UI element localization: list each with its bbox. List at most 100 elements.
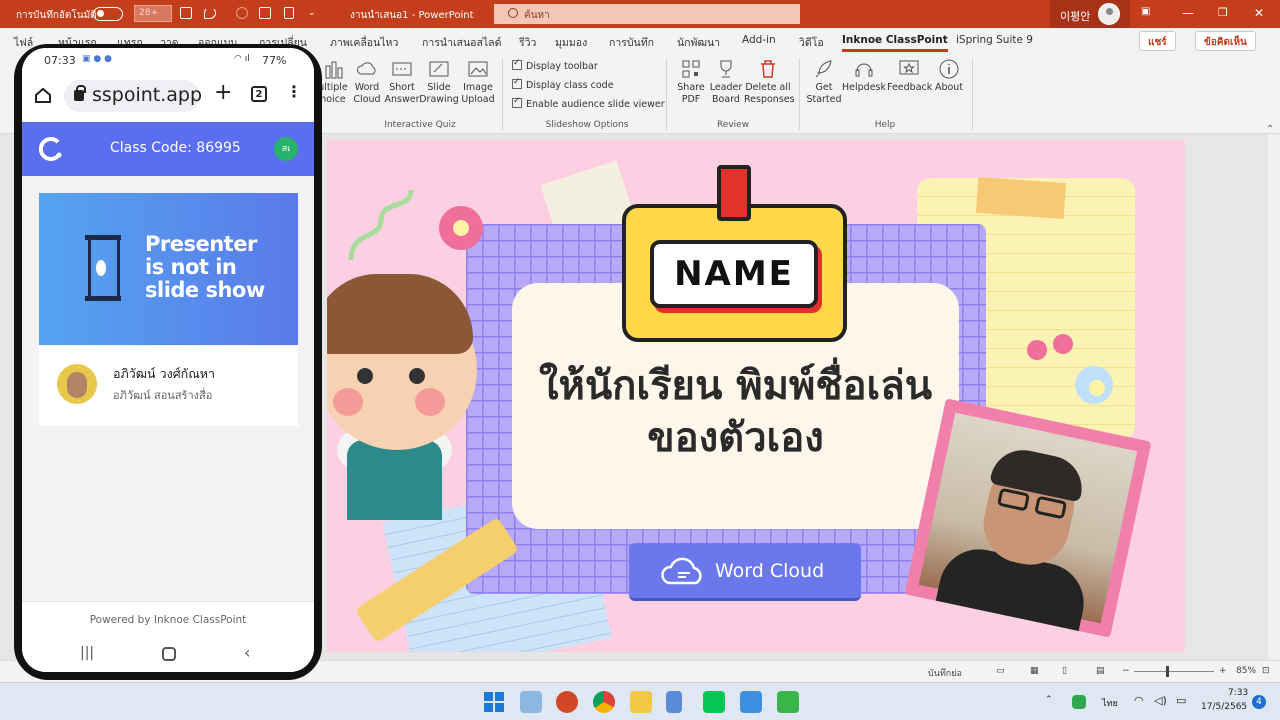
chat-app-icon[interactable] bbox=[520, 691, 542, 713]
tab-classpoint[interactable]: Inknoe ClassPoint bbox=[842, 34, 948, 52]
reading-view-icon[interactable]: ▯ bbox=[1062, 666, 1067, 676]
volume-icon[interactable]: ◁) bbox=[1154, 694, 1167, 707]
slide-sorter-icon[interactable]: ▦ bbox=[1030, 666, 1039, 676]
autosave-toggle[interactable] bbox=[93, 7, 123, 21]
multiple-choice-label-2: hoice bbox=[320, 94, 346, 105]
chrome-icon[interactable] bbox=[593, 691, 615, 713]
tab-slideshow[interactable]: การนำเสนอสไลด์ bbox=[422, 34, 501, 51]
ribbon-divider bbox=[799, 58, 800, 130]
notes-button[interactable]: บันทึกย่อ bbox=[928, 666, 962, 680]
zoom-slider-thumb[interactable] bbox=[1166, 666, 1169, 677]
clock-time[interactable]: 7:33 bbox=[1228, 688, 1248, 698]
rocket-icon bbox=[815, 60, 832, 78]
about-label: About bbox=[934, 82, 964, 93]
delete-responses-label-2: Responses bbox=[744, 94, 795, 105]
delete-responses-button[interactable]: Delete all Responses bbox=[744, 58, 795, 106]
restore-icon[interactable]: ❐ bbox=[1218, 6, 1228, 19]
display-class-code-checkbox[interactable]: Display class code bbox=[512, 77, 614, 91]
powered-by-footer: Powered by Inknoe ClassPoint bbox=[22, 601, 314, 637]
word-cloud-label-2: Cloud bbox=[353, 94, 381, 105]
tab-review[interactable]: รีวิว bbox=[519, 34, 536, 51]
search-box[interactable]: ค้นหา bbox=[494, 4, 800, 24]
account-avatar-icon[interactable] bbox=[1098, 3, 1120, 25]
minimize-icon[interactable]: — bbox=[1182, 6, 1194, 20]
about-button[interactable]: About bbox=[929, 58, 969, 94]
open-folder-icon[interactable] bbox=[259, 7, 271, 19]
zoom-in-icon[interactable]: + bbox=[1219, 666, 1227, 676]
windows-start-icon[interactable] bbox=[484, 692, 504, 712]
new-tab-icon[interactable]: + bbox=[214, 80, 232, 105]
wifi-icon[interactable]: ◠ bbox=[1134, 694, 1144, 707]
tab-video[interactable]: วิดีโอ bbox=[799, 34, 824, 51]
tab-count[interactable]: 2 bbox=[251, 86, 267, 102]
tray-app-icon[interactable] bbox=[1072, 695, 1086, 709]
android-home-icon[interactable] bbox=[162, 647, 176, 661]
notification-badge[interactable]: 4 bbox=[1252, 695, 1266, 709]
short-answer-button[interactable]: Short Answer bbox=[382, 58, 422, 106]
redo-icon[interactable] bbox=[236, 7, 248, 19]
save-icon[interactable] bbox=[180, 7, 192, 19]
tab-view[interactable]: มุมมอง bbox=[555, 34, 587, 51]
character-cheek bbox=[333, 388, 363, 416]
word-cloud-slide-button[interactable]: Word Cloud bbox=[629, 543, 861, 601]
leaderboard-button[interactable]: Leader Board bbox=[706, 58, 746, 106]
back-icon[interactable]: ‹ bbox=[244, 643, 250, 662]
app-icon[interactable] bbox=[740, 691, 762, 713]
recent-apps-icon[interactable]: ||| bbox=[80, 645, 94, 661]
tab-recording[interactable]: การบันทึก bbox=[609, 34, 654, 51]
new-file-icon[interactable] bbox=[284, 7, 294, 19]
slide-title[interactable]: ให้นักเรียน พิมพ์ชื่อเล่น ของตัวเอง bbox=[512, 360, 959, 464]
battery-icon[interactable]: ▭ bbox=[1176, 694, 1186, 707]
input-language[interactable]: ไทย bbox=[1102, 696, 1118, 710]
show-hidden-icons[interactable]: ⌃ bbox=[1045, 695, 1053, 705]
phone-status-bar: 07:33 ▣ ● ● ◠ ıl 77% bbox=[22, 48, 314, 72]
tab-developer[interactable]: นักพัฒนา bbox=[677, 34, 720, 51]
close-icon[interactable]: ✕ bbox=[1254, 6, 1264, 20]
image-upload-button[interactable]: Image Upload bbox=[458, 58, 498, 106]
helpdesk-button[interactable]: Helpdesk bbox=[842, 58, 886, 94]
feedback-button[interactable]: Feedback bbox=[887, 58, 933, 94]
slide-canvas[interactable]: NAME ให้นักเรียน พิมพ์ชื่อเล่น ของตัวเอง… bbox=[327, 140, 1185, 652]
undo-icon[interactable] bbox=[204, 7, 216, 19]
home-icon[interactable] bbox=[34, 86, 52, 104]
slideshow-view-icon[interactable]: ▤ bbox=[1096, 666, 1105, 676]
powerpoint-icon[interactable] bbox=[556, 691, 578, 713]
slide-drawing-icon bbox=[429, 61, 449, 77]
share-pdf-button[interactable]: Share PDF bbox=[671, 58, 711, 106]
display-toolbar-checkbox[interactable]: Display toolbar bbox=[512, 58, 598, 72]
comments-button[interactable]: ข้อคิดเห็น bbox=[1195, 31, 1256, 51]
menu-icon[interactable]: ⋮ bbox=[286, 82, 302, 101]
notepad-icon[interactable] bbox=[666, 691, 682, 713]
normal-view-icon[interactable]: ▭ bbox=[996, 666, 1005, 676]
phone-screen: 07:33 ▣ ● ● ◠ ıl 77% sspoint.app + 2 ⋮ C… bbox=[22, 48, 314, 672]
share-button[interactable]: แชร์ bbox=[1139, 31, 1176, 51]
line-app-icon[interactable] bbox=[703, 691, 725, 713]
tab-animations[interactable]: ภาพเคลื่อนไหว bbox=[330, 34, 398, 51]
zoom-slider[interactable] bbox=[1134, 671, 1214, 672]
banner-line-3: slide show bbox=[145, 278, 265, 302]
tab-addin[interactable]: Add-in bbox=[742, 34, 776, 46]
zoom-out-icon[interactable]: − bbox=[1122, 666, 1130, 676]
get-started-button[interactable]: Get Started bbox=[804, 58, 844, 106]
url-field[interactable]: sspoint.app bbox=[64, 80, 202, 112]
zoom-level[interactable]: 85% bbox=[1236, 666, 1256, 676]
participant-avatar[interactable]: สเ bbox=[274, 137, 298, 161]
customize-toolbar-icon[interactable]: ⌄ bbox=[308, 8, 316, 18]
slide-drawing-button[interactable]: Slide Drawing bbox=[419, 58, 459, 106]
file-explorer-icon[interactable] bbox=[630, 691, 652, 713]
feedback-label: Feedback bbox=[887, 82, 933, 93]
fit-slide-icon[interactable]: ⊡ bbox=[1262, 666, 1270, 676]
audience-viewer-checkbox[interactable]: Enable audience slide viewer bbox=[512, 96, 665, 110]
flower-icon bbox=[1075, 366, 1113, 404]
ribbon-display-icon[interactable]: ▣ bbox=[1141, 6, 1150, 17]
trash-icon bbox=[761, 60, 775, 78]
clock-date[interactable]: 17/5/2565 bbox=[1201, 702, 1247, 712]
vertical-scrollbar[interactable] bbox=[1268, 134, 1280, 660]
cherry-icon bbox=[1027, 340, 1047, 360]
word-cloud-ribbon-button[interactable]: Word Cloud bbox=[347, 58, 387, 106]
camtasia-icon[interactable] bbox=[777, 691, 799, 713]
zoom-quick-box[interactable]: 28+ bbox=[134, 5, 172, 22]
multiple-choice-label-1: ultiple bbox=[318, 82, 348, 93]
checkbox-checked-icon bbox=[512, 96, 522, 108]
tab-ispring[interactable]: iSpring Suite 9 bbox=[956, 34, 1033, 46]
